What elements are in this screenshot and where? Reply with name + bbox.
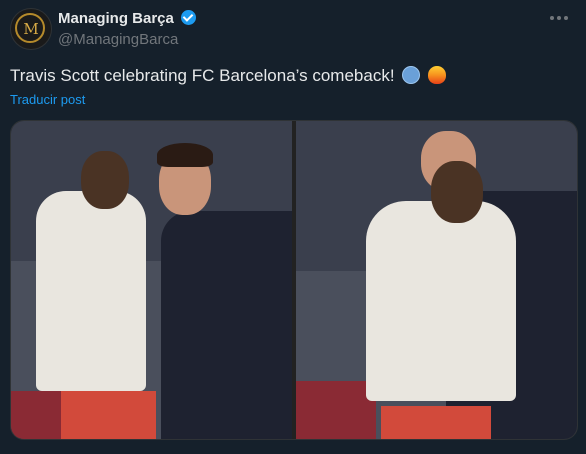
author-display-name[interactable]: Managing Barça [58,10,174,27]
photo-person-jacket [366,201,516,401]
avatar-monogram: M [23,20,39,38]
media-photo-2[interactable] [296,121,577,439]
photo-person-head [431,161,483,223]
author-names: Managing Barça @ManagingBarca [58,10,197,48]
photo-person2-hair [157,143,213,167]
photo-person-head [81,151,129,209]
author-handle[interactable]: @ManagingBarca [58,31,196,48]
photo-person-pants [381,406,491,439]
photo-person2-jacket [161,211,292,439]
translate-post-link[interactable]: Traducir post [10,92,85,107]
photo-person-pants [61,391,156,439]
tweet-header: M Managing Barça @ManagingBarca [10,8,576,52]
verified-badge-icon [181,10,197,25]
photo-red-seats [296,381,376,439]
media-photo-1[interactable] [11,121,292,439]
fire-emoji-icon [428,66,447,84]
photo-person-jacket [36,191,146,391]
more-options-icon[interactable] [550,16,568,22]
author-avatar[interactable]: M [10,8,52,50]
tweet-text: Travis Scott celebrating FC Barcelona’s … [10,66,447,86]
stadium-emoji-icon [402,66,421,84]
tweet-media-grid [10,120,578,440]
tweet-text-content: Travis Scott celebrating FC Barcelona’s … [10,66,395,85]
